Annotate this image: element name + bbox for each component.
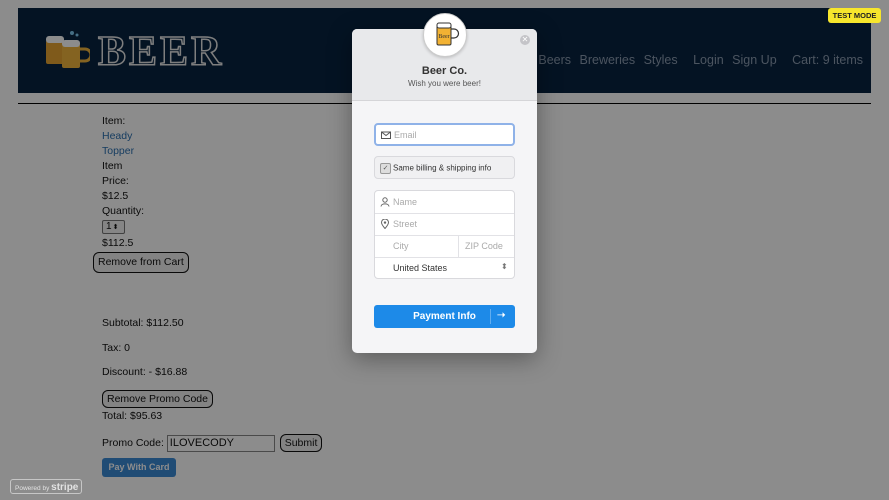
address-group: Name Street City ZIP Code United States … — [374, 190, 515, 279]
person-icon — [380, 197, 390, 207]
modal-header: Beer ✕ Beer Co. Wish you were beer! — [352, 13, 537, 101]
location-pin-icon — [380, 218, 390, 230]
country-value: United States — [393, 263, 448, 273]
merchant-tagline: Wish you were beer! — [408, 79, 481, 88]
name-placeholder: Name — [393, 197, 418, 207]
select-arrows-icon: ⬍ — [501, 262, 508, 271]
button-divider — [490, 309, 491, 324]
name-field[interactable]: Name — [375, 191, 514, 214]
payment-info-button[interactable]: Payment Info ➝ — [374, 305, 515, 328]
country-select[interactable]: United States ⬍ — [375, 257, 514, 279]
checkmark-icon: ✓ — [380, 163, 391, 174]
powered-by-label: Powered by — [15, 485, 50, 492]
same-billing-label: Same billing & shipping info — [393, 163, 492, 172]
stripe-checkout-modal: Beer ✕ Beer Co. Wish you were beer! Emai… — [352, 13, 537, 353]
payment-info-label: Payment Info — [413, 311, 476, 322]
street-placeholder: Street — [393, 219, 418, 229]
same-billing-checkbox[interactable]: ✓ Same billing & shipping info — [374, 156, 515, 179]
envelope-icon — [381, 130, 391, 140]
close-icon[interactable]: ✕ — [520, 35, 530, 45]
city-zip-row: City ZIP Code — [375, 235, 514, 258]
powered-by-stripe[interactable]: Powered by stripe — [10, 479, 82, 494]
city-field[interactable]: City — [393, 241, 409, 251]
street-field[interactable]: Street — [375, 213, 514, 236]
city-zip-divider — [458, 235, 459, 257]
merchant-name: Beer Co. — [421, 65, 468, 77]
zip-field[interactable]: ZIP Code — [465, 241, 503, 251]
arrow-right-icon: ➝ — [497, 310, 506, 321]
email-placeholder: Email — [394, 129, 417, 140]
merchant-logo-icon: Beer — [423, 13, 467, 57]
svg-text:Beer: Beer — [438, 34, 449, 40]
test-mode-badge: TEST MODE — [828, 8, 881, 23]
stripe-wordmark: stripe — [51, 482, 79, 493]
email-field[interactable]: Email — [374, 123, 515, 146]
